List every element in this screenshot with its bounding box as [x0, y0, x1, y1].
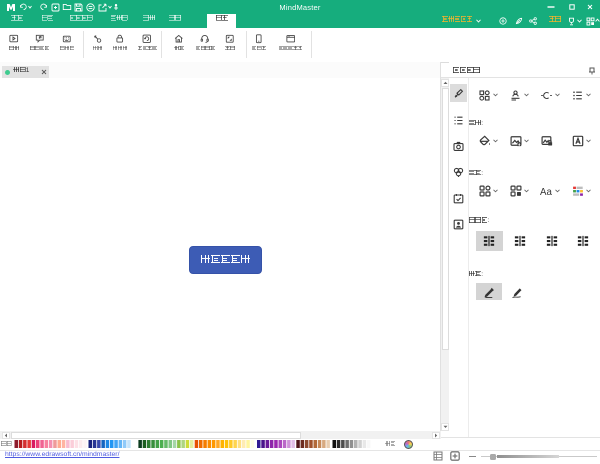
svg-text:Aa: Aa	[540, 187, 552, 197]
